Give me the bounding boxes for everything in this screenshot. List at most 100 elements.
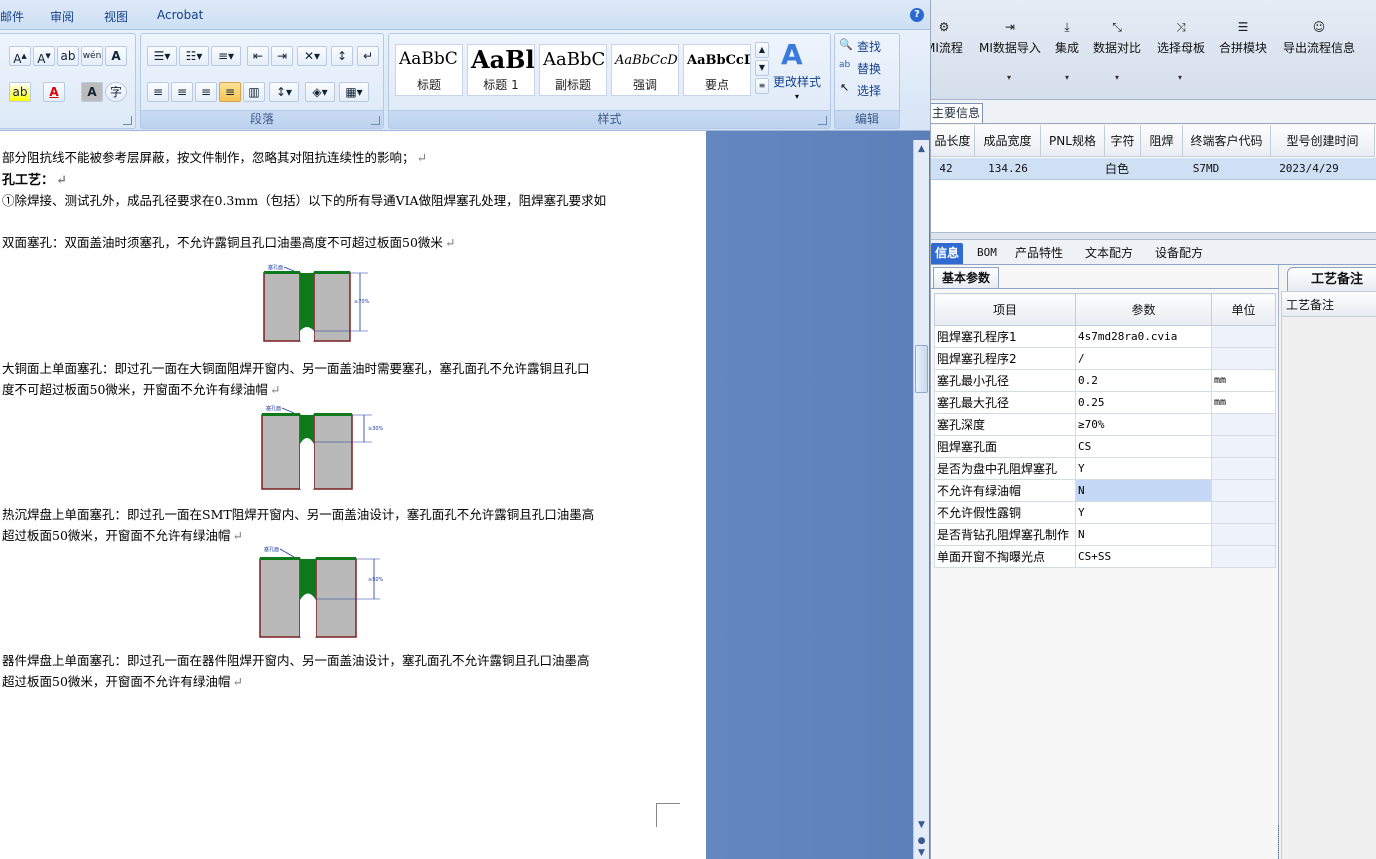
line-spacing-icon[interactable]: ↕▾ bbox=[269, 82, 299, 102]
tool-mi-flow[interactable]: ⚙ MI流程 bbox=[931, 20, 963, 56]
show-marks-icon[interactable]: ↵ bbox=[357, 46, 379, 66]
paragraph-launcher-icon[interactable] bbox=[371, 116, 380, 125]
menu-mailings[interactable]: 邮件 bbox=[0, 8, 24, 25]
change-styles-button[interactable]: 更改样式 bbox=[773, 73, 821, 90]
tool-merge-module[interactable]: ☰ 合拼模块 bbox=[1219, 20, 1267, 56]
table-row[interactable]: 不允许有绿油帽 N bbox=[934, 479, 1276, 502]
highlight-icon[interactable]: ab bbox=[9, 82, 31, 102]
param-value[interactable]: Y bbox=[1075, 501, 1212, 524]
style-heading[interactable]: AaBbC 标题 bbox=[395, 44, 463, 96]
increase-indent-icon[interactable]: ⇥ bbox=[271, 46, 293, 66]
style-strong[interactable]: AaBbCcD 要点 bbox=[683, 44, 751, 96]
tool-select-mother-board[interactable]: ⤨ 选择母板 bbox=[1157, 20, 1205, 56]
document-page[interactable]: 部分阻抗线不能被参考层屏蔽，按文件制作，忽略其对阻抗连续性的影响； ↵ 孔工艺： ↵… bbox=[0, 131, 706, 859]
document-scrollbar[interactable]: ▲ ▼ ● ▼ bbox=[913, 140, 929, 859]
tab-basic-params[interactable]: 基本参数 bbox=[933, 267, 999, 289]
grid-header[interactable]: 型号创建时间 bbox=[1271, 125, 1375, 157]
grid-header[interactable]: 字符 bbox=[1105, 125, 1141, 157]
grid-header[interactable]: 成品宽度 bbox=[975, 125, 1041, 157]
borders-icon[interactable]: ▦▾ bbox=[339, 82, 369, 102]
style-heading-1[interactable]: AaBl 标题 1 bbox=[467, 44, 535, 96]
replace-button[interactable]: 替换 bbox=[857, 60, 881, 77]
integrate-dropdown-icon[interactable]: ▾ bbox=[1065, 73, 1069, 82]
tool-mi-import[interactable]: ⇥ MI数据导入 bbox=[979, 20, 1041, 56]
bullets-icon[interactable]: ☰▾ bbox=[147, 46, 177, 66]
param-value[interactable]: ≥70% bbox=[1075, 413, 1212, 436]
font-launcher-icon[interactable] bbox=[123, 116, 132, 125]
align-center-icon[interactable]: ≡ bbox=[171, 82, 193, 102]
table-row[interactable]: 阻焊塞孔面 CS bbox=[934, 435, 1276, 458]
tab-equipment-recipe[interactable]: 设备配方 bbox=[1151, 243, 1207, 264]
style-subtitle[interactable]: AaBbC 副标题 bbox=[539, 44, 607, 96]
param-value[interactable]: Y bbox=[1075, 457, 1212, 480]
grid-header[interactable]: PNL规格 bbox=[1041, 125, 1105, 157]
tool-integrate[interactable]: ⤓ 集成 bbox=[1055, 20, 1079, 56]
menu-acrobat[interactable]: Acrobat bbox=[157, 8, 203, 22]
style-emphasis[interactable]: AaBbCcD 强调 bbox=[611, 44, 679, 96]
table-row[interactable]: 阻焊塞孔程序1 4s7md28ra0.cvia bbox=[934, 325, 1276, 348]
param-value[interactable]: 0.2 bbox=[1075, 369, 1212, 392]
decrease-indent-icon[interactable]: ⇤ bbox=[247, 46, 269, 66]
col-header-param[interactable]: 参数 bbox=[1075, 293, 1212, 326]
col-header-unit[interactable]: 单位 bbox=[1211, 293, 1276, 326]
param-value[interactable]: 0.25 bbox=[1075, 391, 1212, 414]
multilevel-list-icon[interactable]: ≡▾ bbox=[211, 46, 241, 66]
scroll-thumb[interactable] bbox=[915, 345, 928, 393]
grid-header[interactable]: 品长度 bbox=[931, 125, 975, 157]
param-value[interactable]: 4s7md28ra0.cvia bbox=[1075, 325, 1212, 348]
table-row[interactable]: 塞孔深度 ≥70% bbox=[934, 413, 1276, 436]
select-button[interactable]: 选择 bbox=[857, 82, 881, 99]
compare-dropdown-icon[interactable]: ▾ bbox=[1115, 73, 1119, 82]
tab-process-remark[interactable]: 工艺备注 bbox=[1287, 267, 1376, 291]
justify-icon[interactable]: ≡ bbox=[219, 82, 241, 102]
change-styles-icon[interactable]: A bbox=[781, 38, 803, 71]
mother-board-dropdown-icon[interactable]: ▾ bbox=[1178, 73, 1182, 82]
styles-scroll-down-icon[interactable]: ▼ bbox=[755, 60, 769, 76]
param-value-selected[interactable]: N bbox=[1075, 479, 1212, 502]
col-header-item[interactable]: 项目 bbox=[934, 293, 1076, 326]
distributed-icon[interactable]: ▥ bbox=[243, 82, 265, 102]
clear-format-icon[interactable]: ab bbox=[57, 46, 79, 66]
mi-import-dropdown-icon[interactable]: ▾ bbox=[1007, 73, 1011, 82]
font-color-icon[interactable]: A bbox=[43, 82, 65, 102]
table-row[interactable]: 单面开窗不掏曝光点 CS+SS bbox=[934, 545, 1276, 568]
scroll-up-icon[interactable]: ▲ bbox=[914, 142, 929, 156]
tab-bom[interactable]: BOM bbox=[973, 243, 1001, 264]
param-value[interactable]: / bbox=[1075, 347, 1212, 370]
param-value[interactable]: CS+SS bbox=[1075, 545, 1212, 568]
tool-data-compare[interactable]: ⤡ 数据对比 bbox=[1093, 20, 1141, 56]
table-row[interactable]: 不允许假性露铜 Y bbox=[934, 501, 1276, 524]
shading-icon[interactable]: ◈▾ bbox=[305, 82, 335, 102]
numbering-icon[interactable]: ☷▾ bbox=[179, 46, 209, 66]
grow-font-icon[interactable]: A▲ bbox=[9, 46, 31, 66]
table-row[interactable]: 阻焊塞孔程序2/ bbox=[934, 347, 1276, 370]
table-row[interactable]: 42 134.26 白色 S7MD 2023/4/29 bbox=[931, 158, 1376, 180]
sort-icon[interactable]: ↕ bbox=[331, 46, 353, 66]
tab-product-characteristics[interactable]: 产品特性 bbox=[1011, 243, 1067, 264]
param-value[interactable]: N bbox=[1075, 523, 1212, 546]
styles-more-icon[interactable]: ≡ bbox=[755, 78, 769, 94]
char-shading-icon[interactable]: A bbox=[81, 82, 103, 102]
scroll-down-icon[interactable]: ▼ bbox=[914, 818, 929, 832]
table-row[interactable]: 塞孔最小孔径 0.2 mm bbox=[934, 369, 1276, 392]
styles-scroll-up-icon[interactable]: ▲ bbox=[755, 42, 769, 58]
grid-header[interactable]: 终端客户代码 bbox=[1183, 125, 1271, 157]
phonetic-guide-icon[interactable]: wén bbox=[81, 46, 103, 66]
grid-header[interactable]: 阻焊 bbox=[1141, 125, 1183, 157]
tab-text-recipe[interactable]: 文本配方 bbox=[1081, 243, 1137, 264]
align-right-icon[interactable]: ≡ bbox=[195, 82, 217, 102]
horizontal-splitter[interactable] bbox=[931, 233, 1376, 240]
next-page-icon[interactable]: ▼ bbox=[914, 846, 929, 859]
remark-textarea[interactable] bbox=[1281, 317, 1376, 859]
align-left-icon[interactable]: ≡ bbox=[147, 82, 169, 102]
shrink-font-icon[interactable]: A▼ bbox=[33, 46, 55, 66]
help-icon[interactable]: ? bbox=[910, 8, 924, 22]
menu-review[interactable]: 审阅 bbox=[50, 8, 74, 25]
param-value[interactable]: CS bbox=[1075, 435, 1212, 458]
find-button[interactable]: 查找 bbox=[857, 38, 881, 55]
table-row[interactable]: 是否背钻孔阻焊塞孔制作 N bbox=[934, 523, 1276, 546]
tool-export-flow[interactable]: ☺ 导出流程信息 bbox=[1283, 20, 1355, 56]
table-row[interactable]: 是否为盘中孔阻焊塞孔 Y bbox=[934, 457, 1276, 480]
table-row[interactable]: 塞孔最大孔径 0.25 mm bbox=[934, 391, 1276, 414]
char-border-icon[interactable]: A bbox=[105, 46, 127, 66]
